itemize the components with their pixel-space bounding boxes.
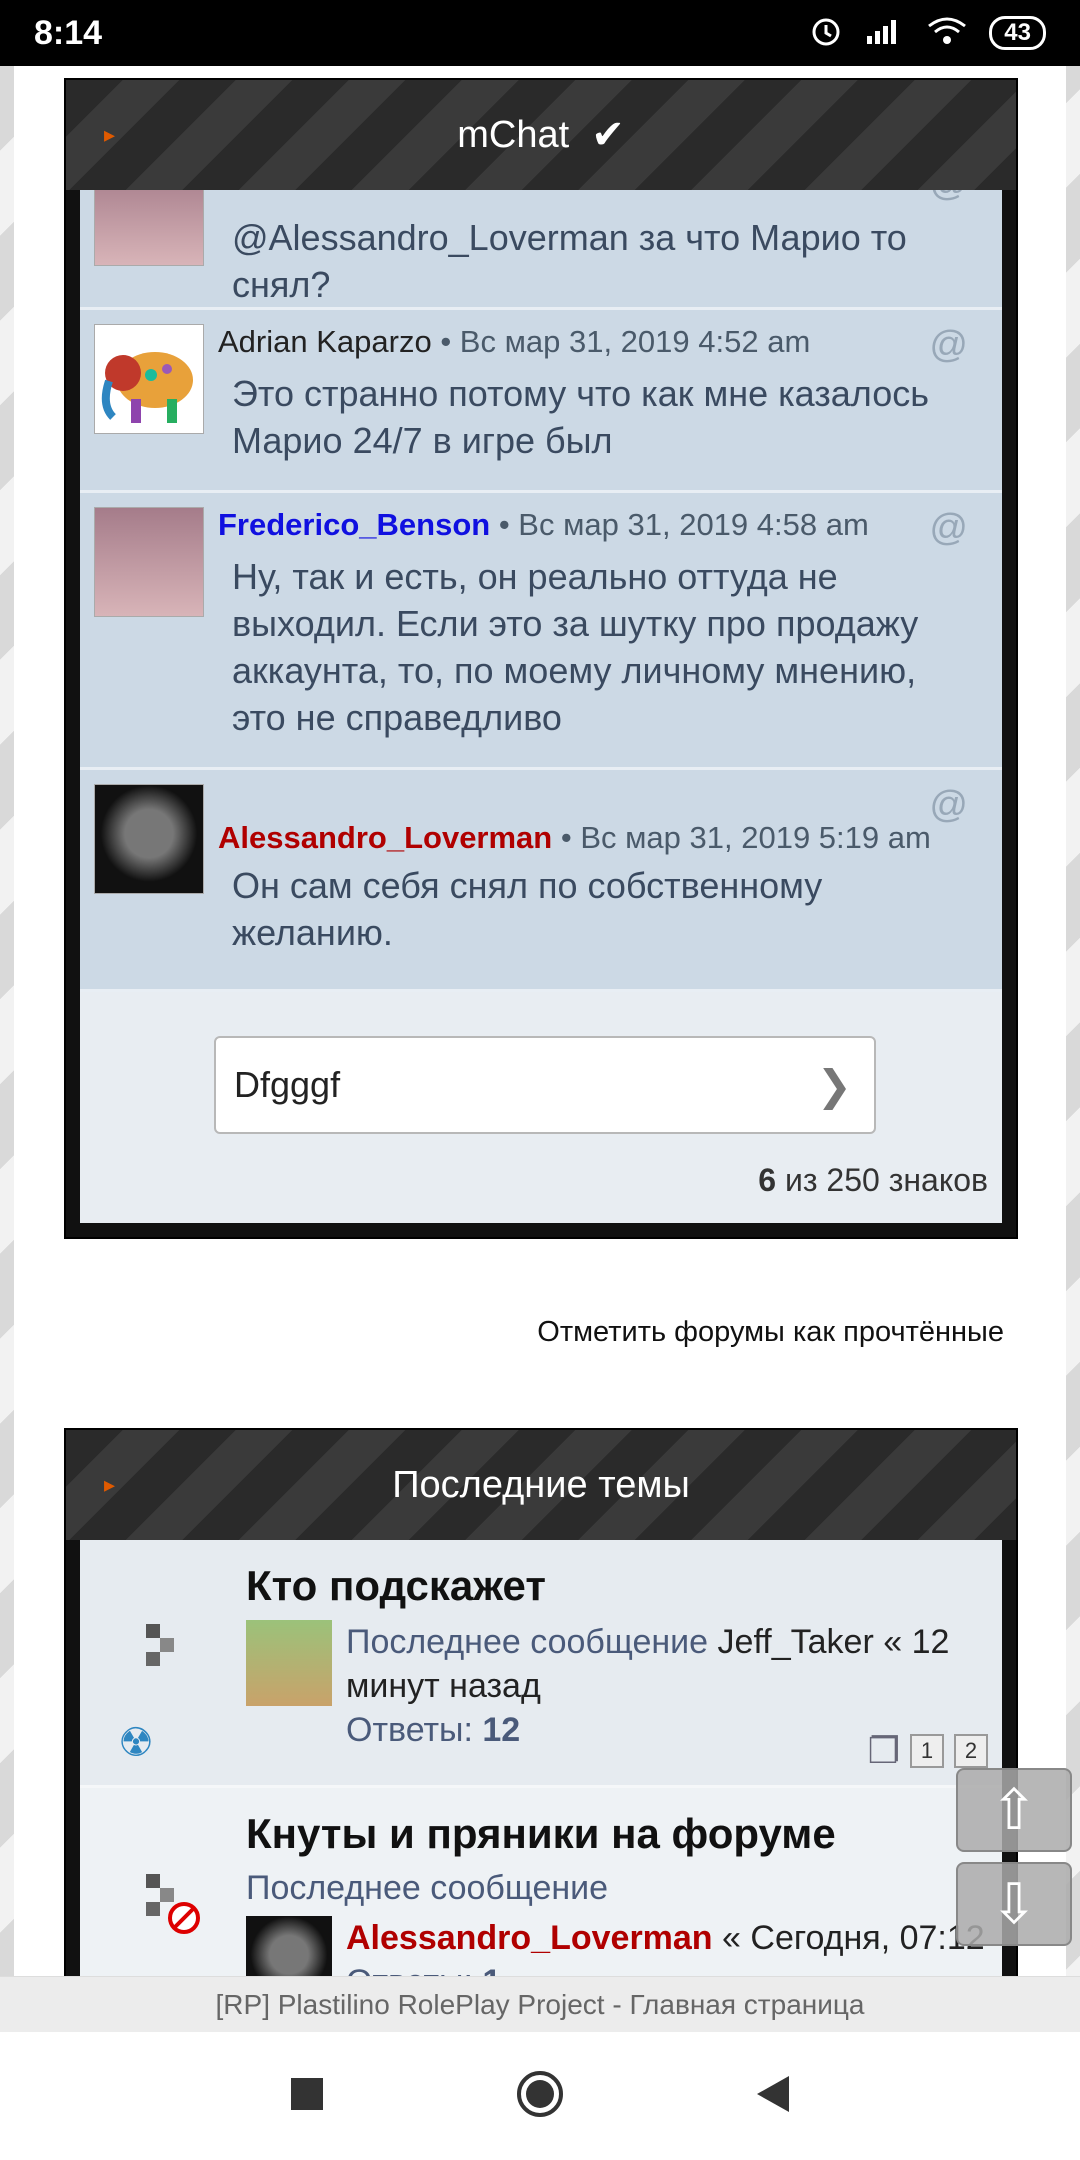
message-content: @Alessandro_Loverman за что Марио то сня…	[218, 190, 1002, 307]
avatar[interactable]	[94, 784, 204, 894]
elephant-icon	[101, 352, 193, 423]
reply-at-icon[interactable]: @	[929, 324, 968, 367]
topic-details: Последнее сообщение Jeff_Taker « 12 мину…	[80, 1620, 988, 1752]
chat-message: @Alessandro_Loverman за что Марио то сня…	[80, 190, 1002, 310]
message-content: Alessandro_Loverman • Вс мар 31, 2019 5:…	[218, 770, 1002, 989]
clock: 8:14	[34, 13, 103, 52]
recent-topics-panel: ▸ Последние темы ☢ Кто подскажет Последн…	[64, 1428, 1018, 1976]
chat-message: Frederico_Benson • Вс мар 31, 2019 4:58 …	[80, 493, 1002, 770]
circle-icon[interactable]	[515, 2069, 565, 2124]
avatar[interactable]	[94, 190, 204, 266]
page-link[interactable]: 2	[954, 1734, 988, 1768]
topic-pagination: ❐ 1 2	[868, 1730, 988, 1772]
message-timestamp: • Вс мар 31, 2019 4:58 am	[498, 507, 869, 542]
status-bar: 8:14 43	[0, 0, 1080, 66]
back-triangle-icon[interactable]	[755, 2074, 791, 2119]
recent-topics-title: Последние темы	[392, 1463, 690, 1506]
reply-at-icon[interactable]: @	[929, 784, 968, 827]
square-icon[interactable]	[289, 2076, 325, 2117]
topic-row: ☢ Кто подскажет Последнее сообщение Jeff…	[80, 1540, 1002, 1788]
topic-title[interactable]: Кто подскажет	[246, 1562, 988, 1610]
message-meta: Adrian Kaparzo • Вс мар 31, 2019 4:52 am	[218, 324, 972, 360]
scroll-up-button[interactable]: ⇧	[956, 1768, 1072, 1852]
topic-status-icon	[146, 1874, 202, 1944]
scroll-down-button[interactable]: ⇩	[956, 1862, 1072, 1946]
bullet-icon: ▸	[104, 1472, 116, 1497]
mchat-input-area: Dfgggf ❯ 6 из 250 знаков	[80, 992, 1002, 1223]
avatar[interactable]	[246, 1916, 332, 1976]
recent-topics-header: ▸ Последние темы	[66, 1430, 1016, 1540]
replies-label: Ответы:	[346, 1963, 473, 1976]
topic-status-icon	[146, 1624, 186, 1690]
avatar[interactable]	[94, 507, 204, 617]
battery-icon: 43	[989, 16, 1046, 50]
message-text: Это странно потому что как мне казалось …	[232, 373, 929, 461]
signal-icon	[865, 16, 905, 51]
last-post-time: « Сегодня, 07:12	[722, 1919, 985, 1957]
mark-forums-read-link[interactable]: Отметить форумы как прочтённые	[537, 1316, 1004, 1349]
avatar[interactable]	[246, 1620, 332, 1706]
page-link[interactable]: 1	[910, 1734, 944, 1768]
last-post-author[interactable]: Jeff_Taker	[718, 1623, 874, 1661]
reply-at-icon[interactable]: @	[929, 190, 968, 205]
message-timestamp: • Вс мар 31, 2019 5:19 am	[560, 820, 931, 855]
topic-details: Alessandro_Loverman « Сегодня, 07:12 Отв…	[80, 1916, 988, 1976]
message-text: Он сам себя снял по собственному желанию…	[232, 865, 823, 953]
replies-count: 12	[482, 1711, 521, 1749]
topic-row: Кнуты и пряники на форуме Последнее сооб…	[80, 1788, 1002, 1976]
page-background: ▸ mChat ✔ @Alessandro_Loverman за что Ма…	[0, 66, 1080, 1976]
message-meta: Frederico_Benson • Вс мар 31, 2019 4:58 …	[218, 507, 972, 543]
char-limit-text: из 250 знаков	[776, 1162, 988, 1198]
mchat-header[interactable]: ▸ mChat ✔	[66, 80, 1016, 190]
bullet-icon: ▸	[104, 122, 116, 147]
message-input[interactable]: Dfgggf ❯	[214, 1036, 876, 1134]
message-content: Frederico_Benson • Вс мар 31, 2019 4:58 …	[218, 493, 1002, 767]
message-content: Adrian Kaparzo • Вс мар 31, 2019 4:52 am…	[218, 310, 1002, 490]
chat-message: Adrian Kaparzo • Вс мар 31, 2019 4:52 am…	[80, 310, 1002, 493]
browser-page-title[interactable]: [RP] Plastilino RolePlay Project - Главн…	[0, 1976, 1080, 2032]
radiation-icon: ☢	[118, 1721, 154, 1765]
last-post-label[interactable]: Последнее сообщение	[246, 1866, 988, 1910]
message-timestamp: • Вс мар 31, 2019 4:52 am	[440, 324, 811, 359]
avatar[interactable]	[94, 324, 204, 434]
message-author[interactable]: Frederico_Benson	[218, 507, 490, 542]
topic-title[interactable]: Кнуты и пряники на форуме	[246, 1810, 988, 1858]
replies-count: 1	[482, 1963, 501, 1976]
message-meta: Alessandro_Loverman • Вс мар 31, 2019 5:…	[218, 820, 972, 856]
pages-icon: ❐	[867, 1730, 900, 1771]
message-text: Ну, так и есть, он реально оттуда не вых…	[232, 556, 919, 738]
check-icon: ✔	[591, 113, 625, 157]
reply-at-icon[interactable]: @	[929, 507, 968, 550]
mchat-panel: ▸ mChat ✔ @Alessandro_Loverman за что Ма…	[64, 78, 1018, 1239]
mchat-messages: @Alessandro_Loverman за что Марио то сня…	[80, 190, 1002, 1223]
replies-label: Ответы:	[346, 1711, 473, 1749]
send-chevron-icon[interactable]: ❯	[817, 1061, 852, 1110]
message-author[interactable]: Adrian Kaparzo	[218, 324, 432, 359]
wifi-icon	[927, 16, 967, 51]
message-input-value[interactable]: Dfgggf	[234, 1064, 340, 1106]
chat-message: Alessandro_Loverman • Вс мар 31, 2019 5:…	[80, 770, 1002, 992]
char-count: 6	[758, 1162, 777, 1198]
message-author[interactable]: Alessandro_Loverman	[218, 820, 552, 855]
mchat-title: mChat	[457, 113, 570, 156]
char-counter: 6 из 250 знаков	[80, 1162, 1002, 1199]
topics-list: ☢ Кто подскажет Последнее сообщение Jeff…	[80, 1540, 1002, 1976]
alarm-icon	[809, 14, 843, 53]
navigation-bar	[0, 2032, 1080, 2160]
topic-last-post: Alessandro_Loverman « Сегодня, 07:12 Отв…	[346, 1916, 985, 1976]
last-post-label[interactable]: Последнее сообщение	[346, 1623, 708, 1661]
last-post-author[interactable]: Alessandro_Loverman	[346, 1919, 713, 1957]
status-icons: 43	[809, 14, 1046, 53]
